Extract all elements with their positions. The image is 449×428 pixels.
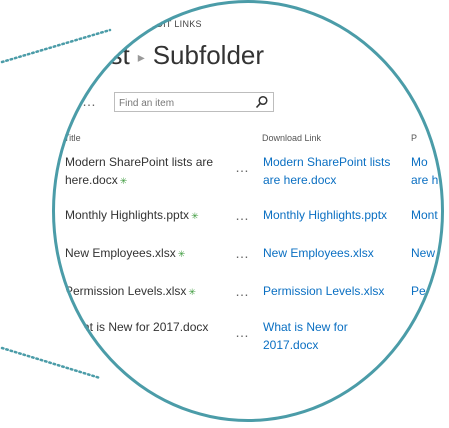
row-more-options-button[interactable]: … bbox=[235, 325, 250, 339]
magnified-view: EDIT LINKS Test ▸ Subfolder … Title Downlo… bbox=[0, 0, 449, 428]
file-name-line1: Permission Levels.xlsx bbox=[65, 284, 187, 298]
file-name-line1: New Employees.xlsx bbox=[65, 246, 176, 260]
page-title: Subfolder bbox=[152, 40, 265, 70]
extra-link[interactable]: Mont bbox=[411, 206, 444, 224]
file-name[interactable]: Monthly Highlights.pptx ✳ bbox=[65, 206, 215, 225]
magnifier-lens: EDIT LINKS Test ▸ Subfolder … Title Downlo… bbox=[52, 0, 444, 422]
column-header-title[interactable]: Title bbox=[64, 133, 81, 143]
download-link[interactable]: Monthly Highlights.pptx bbox=[263, 206, 413, 224]
row-more-options-button[interactable]: … bbox=[235, 160, 250, 174]
search-box[interactable] bbox=[114, 92, 274, 113]
file-name[interactable]: Permission Levels.xlsx ✳ bbox=[65, 282, 215, 301]
extra-link[interactable]: Pe bbox=[411, 282, 444, 300]
file-name-line1: Modern SharePoint lists are bbox=[65, 155, 214, 169]
file-name-line2: here.docx bbox=[65, 173, 118, 187]
file-name-line1: What is New for 2017.docx bbox=[65, 320, 209, 334]
new-star-icon: ✳ bbox=[65, 341, 73, 351]
search-input[interactable] bbox=[115, 94, 249, 113]
edit-links-link[interactable]: EDIT LINKS bbox=[150, 19, 202, 29]
download-link-line2: are here.docx bbox=[263, 173, 337, 187]
download-link-line2: 2017.docx bbox=[263, 338, 319, 352]
download-link-line1: Modern SharePoint lists bbox=[263, 155, 391, 169]
new-star-icon: ✳ bbox=[177, 249, 186, 259]
extra-link[interactable]: New bbox=[411, 244, 444, 262]
row-more-options-button[interactable]: … bbox=[235, 246, 250, 260]
download-link[interactable]: New Employees.xlsx bbox=[263, 244, 413, 262]
download-link[interactable]: Permission Levels.xlsx bbox=[263, 282, 413, 300]
row-more-options-button[interactable]: … bbox=[235, 208, 250, 222]
download-link-line1: What is New for bbox=[263, 320, 348, 334]
new-star-icon: ✳ bbox=[119, 176, 128, 186]
file-name[interactable]: New Employees.xlsx ✳ bbox=[65, 244, 215, 263]
column-header-download-link[interactable]: Download Link bbox=[262, 133, 321, 143]
more-options-button[interactable]: … bbox=[82, 94, 97, 108]
extra-link-line2: are h bbox=[411, 173, 439, 187]
sharepoint-library: EDIT LINKS Test ▸ Subfolder … Title Downlo… bbox=[52, 0, 444, 422]
row-more-options-button[interactable]: … bbox=[235, 284, 250, 298]
breadcrumb-separator-icon: ▸ bbox=[137, 48, 145, 65]
file-name-line1: Monthly Highlights.pptx bbox=[65, 208, 190, 222]
file-name[interactable]: What is New for 2017.docx ✳ bbox=[65, 318, 215, 355]
new-star-icon: ✳ bbox=[188, 287, 196, 297]
extra-link-line1: Mo bbox=[411, 155, 428, 169]
file-name[interactable]: Modern SharePoint lists are here.docx ✳ bbox=[65, 153, 215, 190]
new-star-icon: ✳ bbox=[191, 211, 199, 221]
breadcrumb-parent[interactable]: Test bbox=[82, 40, 130, 70]
search-icon[interactable] bbox=[255, 95, 269, 109]
download-link[interactable]: What is New for 2017.docx bbox=[263, 318, 413, 354]
breadcrumb: Test ▸ Subfolder bbox=[82, 40, 264, 71]
extra-link[interactable]: Mo are h bbox=[411, 153, 444, 189]
download-link[interactable]: Modern SharePoint lists are here.docx bbox=[263, 153, 413, 189]
column-header-extra[interactable]: P bbox=[411, 133, 417, 143]
